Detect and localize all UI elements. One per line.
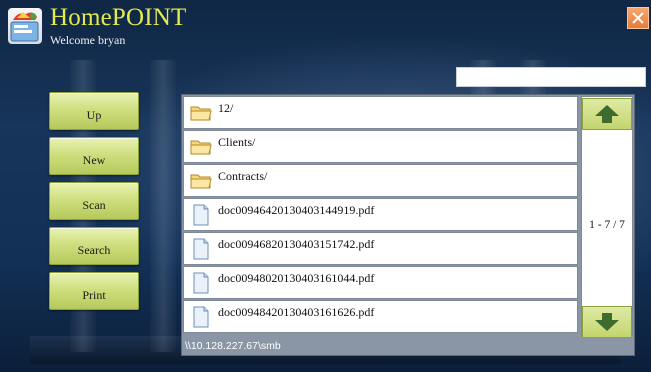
close-icon — [632, 12, 644, 24]
scroll-column — [581, 96, 633, 336]
arrow-down-icon — [595, 313, 619, 331]
file-row[interactable]: Contracts/ — [183, 164, 578, 197]
new-button[interactable]: New — [49, 137, 139, 175]
page-indicator: 1 - 7 / 7 — [589, 219, 625, 231]
file-name: Contracts/ — [218, 169, 268, 183]
arrow-up-icon — [595, 105, 619, 123]
file-name: doc00948020130403161044.pdf — [218, 271, 375, 285]
search-button[interactable]: Search — [49, 227, 139, 265]
document-icon — [193, 272, 209, 293]
document-icon — [193, 204, 209, 225]
file-row[interactable]: 12/ — [183, 96, 578, 129]
homepoint-logo-icon — [8, 8, 42, 44]
up-button[interactable]: Up — [49, 92, 139, 130]
welcome-text: Welcome bryan — [50, 33, 126, 47]
document-icon — [193, 306, 209, 327]
folder-icon — [190, 106, 212, 120]
file-row[interactable]: doc00946420130403144919.pdf — [183, 198, 578, 231]
title-bar: HomePOINT Welcome bryan — [0, 0, 651, 52]
search-input[interactable] — [456, 67, 646, 87]
scroll-up-button[interactable] — [582, 98, 632, 130]
file-name: doc00946420130403144919.pdf — [218, 203, 375, 217]
file-name: doc00946820130403151742.pdf — [218, 237, 375, 251]
file-name: doc00948420130403161626.pdf — [218, 305, 375, 319]
file-name: Clients/ — [218, 135, 256, 149]
folder-icon — [190, 140, 212, 154]
file-row[interactable]: doc00948020130403161044.pdf — [183, 266, 578, 299]
file-row[interactable]: Clients/ — [183, 130, 578, 163]
scan-button[interactable]: Scan — [49, 182, 139, 220]
file-row[interactable]: doc00948420130403161626.pdf — [183, 300, 578, 333]
file-row[interactable]: doc00946820130403151742.pdf — [183, 232, 578, 265]
background-column — [150, 60, 176, 352]
current-path: \\10.128.227.67\smb — [185, 340, 281, 352]
scroll-down-button[interactable] — [582, 306, 632, 338]
file-name: 12/ — [218, 101, 234, 115]
document-icon — [193, 238, 209, 259]
app-title: HomePOINT — [50, 4, 187, 31]
close-button[interactable] — [627, 7, 649, 29]
print-button[interactable]: Print — [49, 272, 139, 310]
folder-icon — [190, 174, 212, 188]
